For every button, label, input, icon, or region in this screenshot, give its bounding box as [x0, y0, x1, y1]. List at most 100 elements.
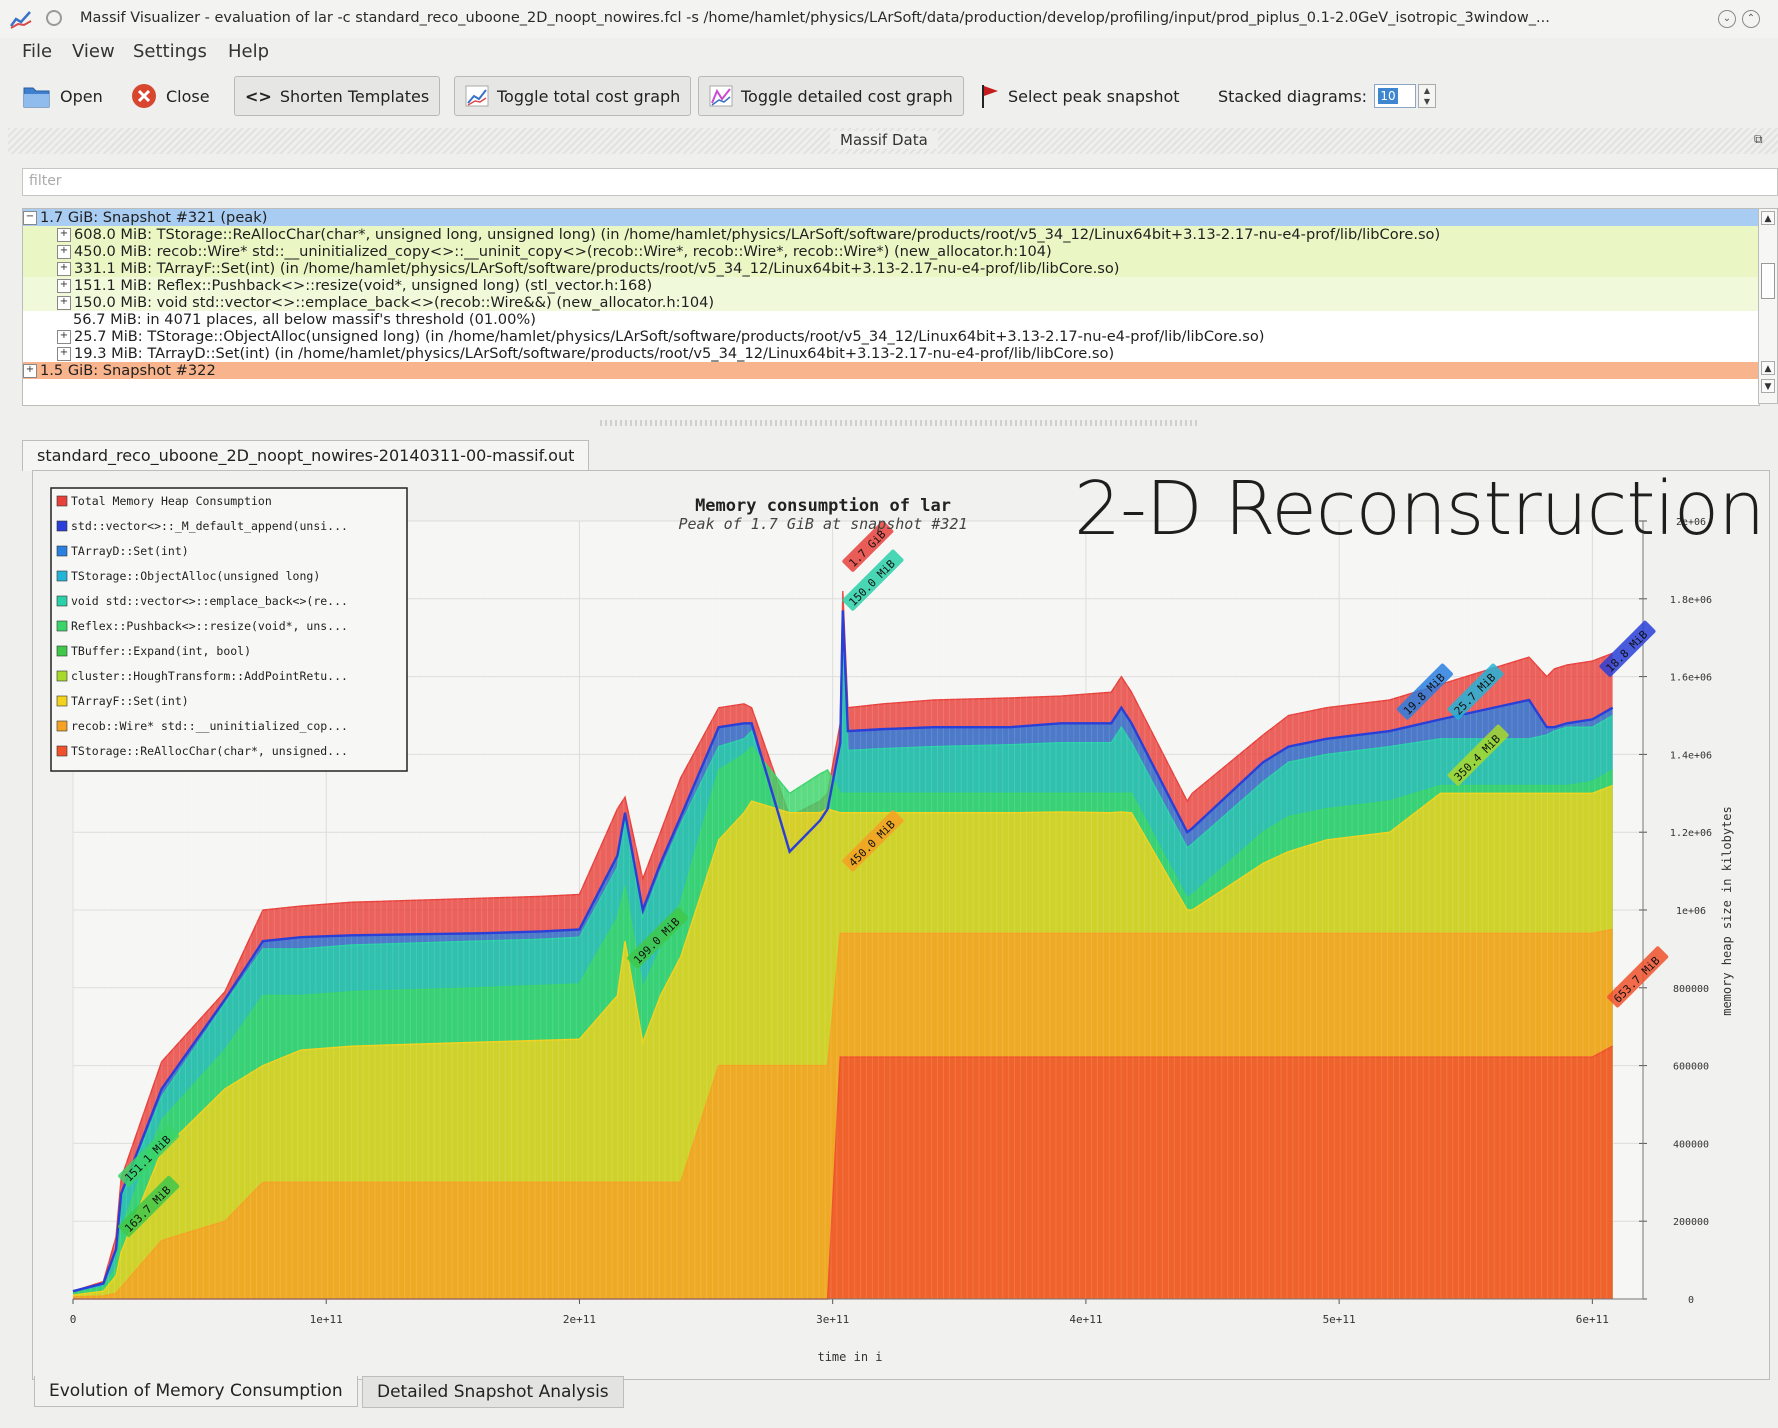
snapshot-tree: −1.7 GiB: Snapshot #321 (peak) +608.0 Mi…	[22, 208, 1760, 406]
scroll-thumb[interactable]	[1761, 263, 1775, 299]
x-tick-label: 6e+11	[1576, 1313, 1609, 1326]
chart-detailed-icon	[709, 85, 733, 107]
x-tick-label: 4e+11	[1069, 1313, 1102, 1326]
legend-swatch	[56, 520, 68, 532]
tree-scrollbar[interactable]: ▲ ▲ ▼	[1758, 208, 1778, 404]
menu-help[interactable]: Help	[228, 41, 269, 62]
menu-bar: File View Settings Help	[0, 38, 1778, 68]
tree-row-label: 450.0 MiB: recob::Wire* std::__uninitial…	[74, 243, 1052, 260]
y-tick-label: 1.8e+06	[1670, 595, 1712, 606]
chart-subtitle: Peak of 1.7 GiB at snapshot #321	[679, 515, 968, 533]
menu-settings[interactable]: Settings	[133, 41, 207, 62]
select-peak-button[interactable]: Select peak snapshot	[980, 76, 1180, 116]
toggle-detailed-cost-button[interactable]: Toggle detailed cost graph	[698, 76, 964, 116]
expand-icon[interactable]: +	[57, 330, 71, 344]
window-titlebar: Massif Visualizer - evaluation of lar -c…	[0, 0, 1778, 39]
tree-row-label: 150.0 MiB: void std::vector<>::emplace_b…	[74, 294, 715, 311]
legend-swatch	[56, 545, 68, 557]
tree-row[interactable]: +331.1 MiB: TArrayF::Set(int) (in /home/…	[23, 260, 1759, 277]
expand-icon[interactable]: +	[23, 364, 37, 378]
snapshot-label: 1.5 GiB: Snapshot #322	[40, 362, 216, 379]
legend-swatch	[56, 745, 68, 757]
window-menu-button[interactable]	[46, 10, 62, 26]
chart-line-icon	[465, 85, 489, 107]
y-tick-label: 1.2e+06	[1670, 828, 1712, 839]
legend-swatch	[56, 695, 68, 707]
stacked-diagrams-label: Stacked diagrams:	[1218, 86, 1368, 106]
y-axis-label: memory heap size in kilobytes	[1720, 806, 1734, 1016]
shorten-templates-button[interactable]: <> Shorten Templates	[234, 76, 441, 116]
massif-data-dock-header: Massif Data ⧉	[8, 128, 1778, 154]
scroll-down-icon[interactable]: ▼	[1761, 379, 1775, 393]
file-tab[interactable]: standard_reco_uboone_2D_noopt_nowires-20…	[22, 440, 590, 471]
y-tick-label: 200000	[1673, 1217, 1709, 1228]
scroll-up-icon[interactable]: ▲	[1761, 211, 1775, 225]
dock-float-icon[interactable]: ⧉	[1754, 132, 1770, 148]
stacked-diagrams-spinbox[interactable]: 10	[1374, 84, 1416, 108]
toggle-total-cost-button[interactable]: Toggle total cost graph	[454, 76, 692, 116]
expand-icon[interactable]: +	[57, 245, 71, 259]
expand-icon[interactable]: +	[57, 279, 71, 293]
legend-item: TArrayF::Set(int)	[71, 694, 189, 708]
x-tick-label: 1e+11	[310, 1313, 343, 1326]
close-icon	[132, 84, 156, 108]
legend-item: TStorage::ReAllocChar(char*, unsigned...	[71, 744, 348, 758]
y-tick-label: 600000	[1673, 1062, 1709, 1073]
close-button[interactable]: Close	[130, 76, 210, 116]
legend-item: TBuffer::Expand(int, bool)	[71, 644, 251, 658]
tree-row-label: 608.0 MiB: TStorage::ReAllocChar(char*, …	[74, 226, 1441, 243]
tree-row[interactable]: +150.0 MiB: void std::vector<>::emplace_…	[23, 294, 1759, 311]
flag-icon	[982, 85, 998, 108]
tab-evolution[interactable]: Evolution of Memory Consumption	[34, 1376, 358, 1407]
chart-title: Memory consumption of lar	[695, 496, 951, 516]
maximize-icon[interactable]: ⌃	[1742, 10, 1760, 28]
spin-arrows-icon[interactable]: ▲ ▼	[1418, 84, 1436, 108]
legend-swatch	[56, 495, 68, 507]
expand-icon[interactable]: +	[57, 228, 71, 242]
filter-input[interactable]: filter	[22, 168, 1778, 196]
tree-row[interactable]: +450.0 MiB: recob::Wire* std::__uninitia…	[23, 243, 1759, 260]
menu-file[interactable]: File	[22, 41, 52, 62]
expand-icon[interactable]: +	[57, 296, 71, 310]
tree-row[interactable]: 56.7 MiB: in 4071 places, all below mass…	[23, 311, 1759, 328]
y-tick-label: 400000	[1673, 1139, 1709, 1150]
tree-row-label: 25.7 MiB: TStorage::ObjectAlloc(unsigned…	[74, 328, 1265, 345]
tree-row[interactable]: +19.3 MiB: TArrayD::Set(int) (in /home/h…	[23, 345, 1759, 362]
menu-view[interactable]: View	[72, 41, 115, 62]
memory-chart: 0 200000 400000 600000 800000 1e+06 1.2e+06 1.4…	[50, 487, 1734, 1364]
open-button[interactable]: Open	[22, 76, 103, 116]
tree-row-snapshot[interactable]: +1.5 GiB: Snapshot #322	[23, 362, 1759, 379]
toggle-total-label: Toggle total cost graph	[497, 86, 681, 106]
splitter-handle[interactable]	[600, 420, 1200, 426]
legend-item: Reflex::Pushback<>::resize(void*, uns...	[71, 619, 348, 633]
window-title: Massif Visualizer - evaluation of lar -c…	[80, 10, 1550, 26]
expand-icon[interactable]: +	[57, 347, 71, 361]
tab-detailed-snapshot[interactable]: Detailed Snapshot Analysis	[362, 1376, 624, 1408]
select-peak-label: Select peak snapshot	[1008, 86, 1180, 106]
x-tick-label: 5e+11	[1323, 1313, 1356, 1326]
tree-row-snapshot-peak[interactable]: −1.7 GiB: Snapshot #321 (peak)	[23, 209, 1759, 226]
chart-frame: 0 200000 400000 600000 800000 1e+06 1.2e+06 1.4…	[32, 470, 1770, 1380]
tree-row[interactable]: +25.7 MiB: TStorage::ObjectAlloc(unsigne…	[23, 328, 1759, 345]
snapshot-label: 1.7 GiB: Snapshot #321 (peak)	[40, 209, 268, 226]
dock-title: Massif Data	[830, 131, 938, 149]
shorten-templates-label: Shorten Templates	[279, 86, 430, 106]
expand-icon[interactable]: +	[57, 262, 71, 276]
legend-item: cluster::HoughTransform::AddPointRetu...	[71, 669, 348, 683]
main-toolbar: Open Close <> Shorten Templates Toggle t…	[0, 72, 1778, 124]
app-icon	[10, 11, 32, 29]
scroll-up-icon[interactable]: ▲	[1761, 361, 1775, 375]
tree-row[interactable]: +151.1 MiB: Reflex::Pushback<>::resize(v…	[23, 277, 1759, 294]
minimize-icon[interactable]: ⌄	[1718, 10, 1736, 28]
legend-item: std::vector<>::_M_default_append(unsi...	[71, 519, 348, 533]
toggle-detailed-label: Toggle detailed cost graph	[741, 86, 953, 106]
legend-swatch	[56, 570, 68, 582]
legend-swatch	[56, 645, 68, 657]
collapse-icon[interactable]: −	[23, 211, 37, 225]
legend-swatch	[56, 670, 68, 682]
tree-row[interactable]: +608.0 MiB: TStorage::ReAllocChar(char*,…	[23, 226, 1759, 243]
y-tick-label: 1e+06	[1676, 906, 1706, 917]
legend-swatch	[56, 720, 68, 732]
legend-item: Total Memory Heap Consumption	[71, 494, 272, 508]
legend-item: recob::Wire* std::__uninitialized_cop...	[71, 719, 348, 733]
